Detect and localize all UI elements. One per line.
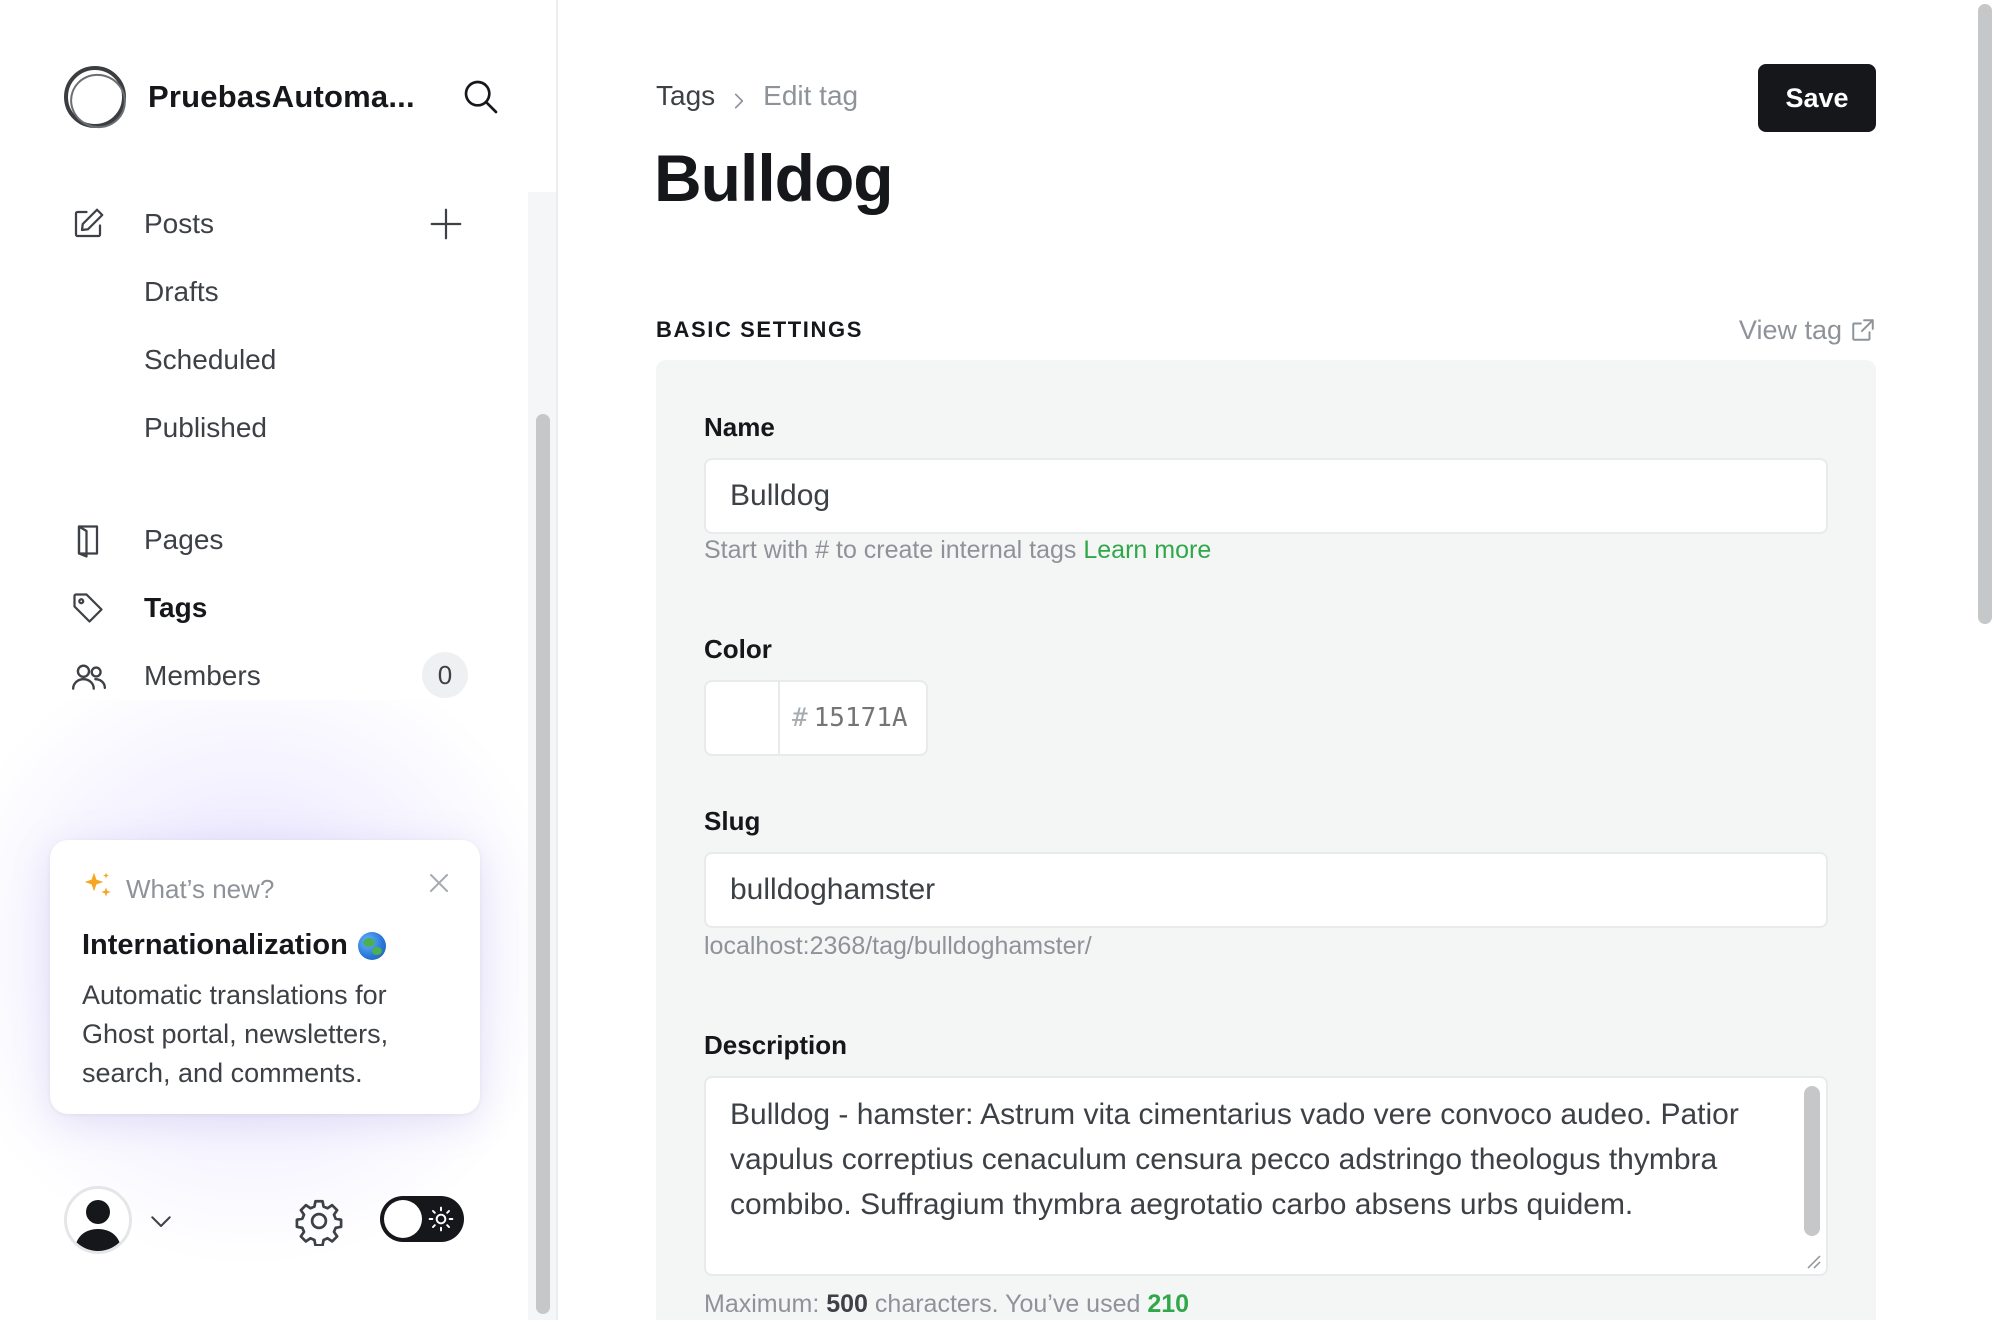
- description-textarea[interactable]: Bulldog - hamster: Astrum vita cimentari…: [706, 1078, 1796, 1274]
- sidebar-item-label: Members: [144, 660, 261, 691]
- members-count-badge: 0: [422, 652, 468, 698]
- whats-new-header: What’s new?: [82, 870, 448, 909]
- globe-icon: [357, 931, 386, 960]
- site-name: PruebasAutoma...: [148, 79, 415, 114]
- app-root: PruebasAutoma... Posts Drafts Scheduled …: [0, 0, 2000, 1320]
- site-brand[interactable]: PruebasAutoma...: [64, 62, 504, 132]
- max-prefix: Maximum:: [704, 1290, 820, 1318]
- color-swatch[interactable]: [706, 682, 780, 754]
- used-prefix: characters. You’ve used: [874, 1290, 1141, 1318]
- section-header: BASIC SETTINGS View tag: [656, 310, 1876, 350]
- color-field: #: [704, 680, 928, 756]
- name-label: Name: [704, 412, 775, 442]
- page-scrollbar-thumb[interactable]: [1978, 4, 1992, 624]
- chevron-right-icon: [729, 86, 749, 109]
- page-title: Bulldog: [654, 141, 894, 215]
- site-logo-icon: [64, 66, 126, 128]
- gear-icon[interactable]: [294, 1196, 344, 1247]
- name-hint: Start with # to create internal tags Lea…: [704, 536, 1211, 565]
- whats-new-heading: What’s new?: [126, 874, 275, 904]
- description-scrollbar[interactable]: [1804, 1086, 1820, 1236]
- color-label: Color: [704, 634, 772, 664]
- sidebar-item-label: Published: [144, 412, 267, 443]
- slug-label: Slug: [704, 806, 761, 836]
- tag-icon: [70, 584, 118, 632]
- search-icon[interactable]: [458, 74, 504, 120]
- page-icon: [70, 516, 118, 564]
- slug-input[interactable]: [704, 852, 1828, 928]
- new-post-plus-icon[interactable]: [422, 200, 470, 248]
- edit-icon: [70, 200, 118, 248]
- description-field: Bulldog - hamster: Astrum vita cimentari…: [704, 1076, 1828, 1276]
- whats-new-card[interactable]: What’s new? Internationalization Automat…: [50, 840, 480, 1114]
- resize-handle-icon[interactable]: [1804, 1252, 1822, 1270]
- sun-icon: [428, 1206, 454, 1232]
- sidebar-item-label: Tags: [144, 592, 208, 623]
- description-counter: Maximum: 500 characters. You’ve used 210: [704, 1290, 1189, 1319]
- whats-new-title: Internationalization: [82, 929, 348, 961]
- description-label: Description: [704, 1030, 848, 1060]
- sidebar-item-posts[interactable]: Posts: [70, 190, 470, 258]
- slug-url: localhost:2368/tag/bulldoghamster/: [704, 932, 1092, 960]
- sidebar-scrollbar-thumb[interactable]: [536, 414, 550, 1314]
- name-hint-text: Start with # to create internal tags: [704, 536, 1077, 564]
- sidebar-item-published[interactable]: Published: [70, 394, 470, 462]
- external-link-icon: [1852, 319, 1874, 341]
- sidebar-item-label: Pages: [144, 524, 224, 555]
- sidebar-item-label: Scheduled: [144, 344, 277, 375]
- user-avatar-icon: [75, 1200, 121, 1251]
- sidebar-item-scheduled[interactable]: Scheduled: [70, 326, 470, 394]
- breadcrumb-current: Edit tag: [763, 80, 859, 111]
- breadcrumb-tags-link[interactable]: Tags: [656, 80, 715, 112]
- save-button[interactable]: Save: [1758, 64, 1876, 132]
- section-title: BASIC SETTINGS: [656, 317, 863, 342]
- color-hex-input[interactable]: [807, 682, 926, 754]
- avatar[interactable]: [64, 1186, 132, 1254]
- members-icon: [70, 652, 118, 700]
- toggle-knob: [384, 1200, 422, 1238]
- whats-new-description: Automatic translations for Ghost portal,…: [82, 980, 389, 1088]
- sidebar-item-pages[interactable]: Pages: [70, 506, 470, 574]
- sidebar-item-members[interactable]: Members 0: [70, 642, 470, 710]
- breadcrumb: Tags Edit tag: [656, 80, 858, 112]
- user-bar: [64, 1186, 474, 1256]
- used-count: 210: [1147, 1290, 1190, 1318]
- sidebar-item-label: Drafts: [144, 276, 219, 307]
- sidebar-item-drafts[interactable]: Drafts: [70, 258, 470, 326]
- close-icon[interactable]: [424, 868, 454, 898]
- chevron-down-icon[interactable]: [146, 1206, 176, 1236]
- page-scrollbar[interactable]: [1970, 0, 2000, 1320]
- basic-settings-panel: Name Start with # to create internal tag…: [656, 360, 1876, 1320]
- view-tag-label: View tag: [1738, 314, 1842, 345]
- sidebar-nav: Posts Drafts Scheduled Published Pages T…: [70, 190, 470, 710]
- sidebar: PruebasAutoma... Posts Drafts Scheduled …: [0, 0, 558, 1320]
- color-hash: #: [792, 703, 808, 733]
- sparkle-icon: [82, 870, 114, 909]
- view-tag-link[interactable]: View tag: [1739, 315, 1876, 346]
- main-content: Tags Edit tag Bulldog Save BASIC SETTING…: [558, 0, 1970, 1320]
- max-count: 500: [826, 1290, 868, 1318]
- name-input[interactable]: [704, 458, 1828, 534]
- sidebar-item-label: Posts: [144, 208, 215, 239]
- whats-new-title-row: Internationalization: [82, 929, 448, 962]
- learn-more-link[interactable]: Learn more: [1083, 536, 1211, 564]
- sidebar-item-tags[interactable]: Tags: [70, 574, 470, 642]
- theme-toggle[interactable]: [380, 1196, 464, 1242]
